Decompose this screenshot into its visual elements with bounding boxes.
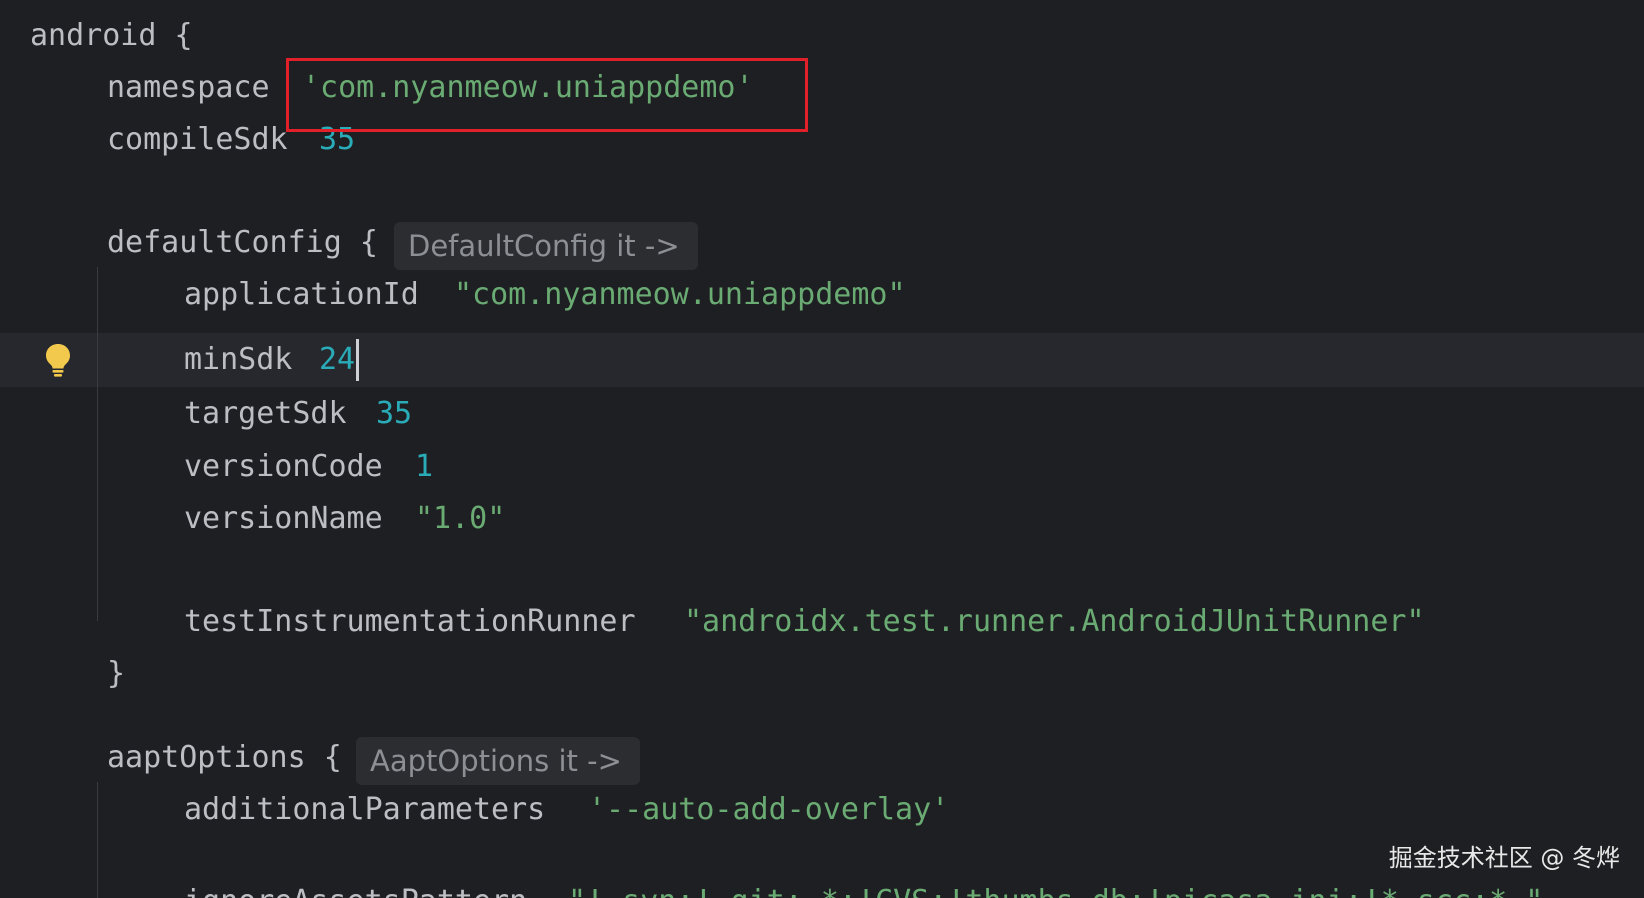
code-line-13[interactable]: } [0,647,125,701]
number-literal: 1 [415,449,434,484]
identifier: applicationId [184,277,419,312]
annotation-box [286,58,808,132]
code-line-5[interactable]: defaultConfig { DefaultConfig it -> [0,216,698,270]
code-line-12[interactable]: testInstrumentationRunner "androidx.test… [0,595,1425,649]
code-line-6[interactable]: applicationId "com.nyanmeow.uniappdemo" [0,268,906,322]
string-literal: "com.nyanmeow.uniappdemo" [454,277,906,312]
closing-brace: } [107,656,126,691]
lightbulb-icon[interactable] [45,343,71,377]
string-literal: "1.0" [415,501,506,536]
string-literal: "androidx.test.runner.AndroidJUnitRunner… [684,604,1425,639]
indent-guide [97,782,98,898]
watermark: 掘金技术社区 @ 冬烨 [1388,844,1620,872]
brace: { [156,18,193,53]
text-caret [356,339,359,381]
code-line-15[interactable]: aaptOptions { AaptOptions it -> [0,731,640,785]
code-line-3[interactable]: compileSdk 35 [0,113,355,167]
code-line-10[interactable]: versionName "1.0" [0,492,505,546]
identifier: versionCode [184,449,383,484]
indent-guide [97,267,98,621]
string-literal: "!.svn:!.git:.*:!CVS:!thumbs.db:!picasa.… [568,875,1543,898]
identifier: android [30,18,157,53]
identifier: ignoreAssetsPattern [184,884,527,898]
inlay-hint[interactable]: DefaultConfig it -> [394,222,698,270]
code-line-9[interactable]: versionCode 1 [0,440,433,494]
code-editor[interactable]: android { namespace 'com.nyanmeow.uniapp… [0,0,1644,898]
identifier: targetSdk [184,396,347,431]
brace: { [305,740,342,775]
code-line-8[interactable]: targetSdk 35 [0,387,412,441]
identifier: versionName [184,501,383,536]
code-line-17[interactable]: ignoreAssetsPattern "!.svn:!.git:.*:!CVS… [0,875,1543,898]
identifier: aaptOptions [107,740,306,775]
string-literal: '--auto-add-overlay' [588,792,950,827]
code-line-1[interactable]: android { [0,9,193,63]
number-literal: 35 [376,396,413,431]
number-literal: 24 [319,342,356,377]
code-line-2[interactable]: namespace 'com.nyanmeow.uniappdemo' [0,61,754,115]
identifier: defaultConfig [107,225,342,260]
brace: { [341,225,378,260]
identifier: minSdk [184,342,293,377]
identifier: namespace [107,70,270,105]
identifier: testInstrumentationRunner [184,604,636,639]
inlay-hint[interactable]: AaptOptions it -> [356,737,640,785]
identifier: additionalParameters [184,792,546,827]
identifier: compileSdk [107,122,288,157]
code-line-16[interactable]: additionalParameters '--auto-add-overlay… [0,783,949,837]
